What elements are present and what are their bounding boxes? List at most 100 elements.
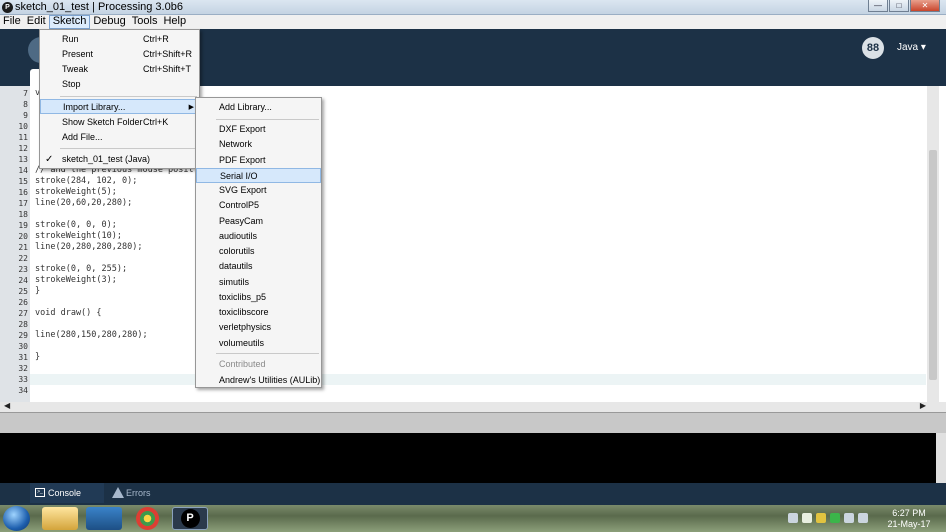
library-item[interactable]: SVG Export	[196, 183, 321, 198]
antivirus-icon[interactable]	[816, 513, 826, 523]
library-item[interactable]: PDF Export	[196, 153, 321, 168]
line-number: 29	[18, 331, 28, 340]
library-item[interactable]: PeasyCam	[196, 214, 321, 229]
line-number: 28	[18, 320, 28, 329]
window-controls: — □ ✕	[868, 0, 940, 12]
start-button[interactable]	[3, 506, 30, 531]
sketch-menu: Run Ctrl+R Present Ctrl+Shift+R Tweak Ct…	[39, 29, 200, 169]
scroll-right-icon[interactable]: ▶	[920, 401, 926, 410]
line-number: 26	[18, 298, 28, 307]
clock-date: 21-May-17	[887, 519, 931, 529]
volume-icon[interactable]	[858, 513, 868, 523]
menu-separator	[60, 148, 197, 149]
app-tray-icon[interactable]	[830, 513, 840, 523]
vertical-scrollbar[interactable]	[927, 86, 939, 402]
debugger-icon[interactable]: 88	[862, 37, 884, 59]
system-tray	[788, 513, 868, 523]
footer-tabs: >_ Console Errors	[0, 483, 946, 505]
code-line: strokeWeight(10);	[35, 231, 122, 241]
tab-errors[interactable]: Errors	[108, 483, 182, 503]
processing-window: P sketch_01_test | Processing 3.0b6 — □ …	[0, 0, 946, 532]
library-item[interactable]: DXF Export	[196, 122, 321, 137]
menu-item-show-sketch-folder[interactable]: Show Sketch Folder Ctrl+K	[40, 115, 199, 130]
menu-item-current-sketch[interactable]: ✓ sketch_01_test (Java)	[40, 152, 199, 167]
line-number: 12	[18, 144, 28, 153]
line-number: 31	[18, 353, 28, 362]
close-button[interactable]: ✕	[910, 0, 940, 12]
menu-item-present[interactable]: Present Ctrl+Shift+R	[40, 47, 199, 62]
line-number: 13	[18, 155, 28, 164]
line-number: 16	[18, 188, 28, 197]
scroll-left-icon[interactable]: ◀	[4, 401, 10, 410]
library-item[interactable]: audioutils	[196, 229, 321, 244]
code-line: stroke(0, 0, 0);	[35, 220, 117, 230]
code-line: line(20,280,280,280);	[35, 242, 143, 252]
line-number: 10	[18, 122, 28, 131]
media-player-icon[interactable]	[86, 507, 122, 530]
menu-item-add-file[interactable]: Add File...	[40, 130, 199, 145]
maximize-button[interactable]: □	[889, 0, 909, 12]
line-number: 22	[18, 254, 28, 263]
console-output[interactable]	[0, 433, 946, 483]
console-scrollbar[interactable]	[936, 433, 946, 483]
menu-item-run[interactable]: Run Ctrl+R	[40, 32, 199, 47]
line-number: 14	[18, 166, 28, 175]
menu-separator	[60, 96, 197, 97]
code-line: }	[35, 352, 41, 362]
menu-item-tweak[interactable]: Tweak Ctrl+Shift+T	[40, 62, 199, 77]
minimize-button[interactable]: —	[868, 0, 888, 12]
library-item[interactable]: toxiclibscore	[196, 305, 321, 320]
library-item[interactable]: verletphysics	[196, 320, 321, 335]
line-number: 30	[18, 342, 28, 351]
menu-debug[interactable]: Debug	[90, 15, 128, 29]
code-line: strokeWeight(3);	[35, 275, 117, 285]
window-title: sketch_01_test | Processing 3.0b6	[15, 1, 183, 13]
menu-item-stop[interactable]: Stop	[40, 77, 199, 92]
chrome-icon[interactable]	[136, 507, 159, 530]
library-item[interactable]: simutils	[196, 275, 321, 290]
current-line-highlight	[30, 374, 926, 385]
menu-item-add-library[interactable]: Add Library...	[196, 100, 321, 115]
horizontal-scrollbar[interactable]: ◀ ▶	[0, 401, 946, 412]
network-icon[interactable]	[802, 513, 812, 523]
message-area	[0, 412, 946, 433]
line-number: 7	[23, 89, 28, 98]
line-number: 18	[18, 210, 28, 219]
code-line: line(20,60,20,280);	[35, 198, 133, 208]
library-item[interactable]: ControlP5	[196, 198, 321, 213]
menu-help[interactable]: Help	[160, 15, 189, 29]
code-line: }	[35, 286, 41, 296]
import-library-submenu: Add Library... DXF Export Network PDF Expo…	[195, 97, 322, 388]
line-number: 23	[18, 265, 28, 274]
library-item-aulib[interactable]: Andrew's Utilities (AULib)	[196, 373, 321, 388]
menu-separator	[216, 353, 319, 354]
menu-sketch[interactable]: Sketch	[48, 15, 91, 29]
line-number: 17	[18, 199, 28, 208]
code-line: void draw() {	[35, 308, 102, 318]
library-item[interactable]: Serial I/O	[196, 167, 321, 183]
tab-console[interactable]: >_ Console	[30, 483, 104, 503]
wifi-icon[interactable]	[844, 513, 854, 523]
line-number: 32	[18, 364, 28, 373]
menu-tools[interactable]: Tools	[129, 15, 161, 29]
menu-item-import-library[interactable]: Import Library... ▶	[40, 99, 199, 114]
line-number: 27	[18, 309, 28, 318]
library-item[interactable]: volumeutils	[196, 336, 321, 351]
file-explorer-icon[interactable]	[42, 507, 78, 530]
processing-app-icon: P	[2, 2, 13, 13]
warning-icon	[112, 487, 124, 498]
tray-arrow-icon[interactable]	[788, 513, 798, 523]
code-line: strokeWeight(5);	[35, 187, 117, 197]
errors-label: Errors	[126, 488, 151, 498]
menu-file[interactable]: File	[0, 15, 24, 29]
scroll-thumb[interactable]	[929, 150, 937, 380]
menu-edit[interactable]: Edit	[24, 15, 49, 29]
library-item[interactable]: colorutils	[196, 244, 321, 259]
library-item[interactable]: toxiclibs_p5	[196, 290, 321, 305]
library-item[interactable]: datautils	[196, 259, 321, 274]
console-icon: >_	[35, 488, 45, 497]
library-item[interactable]: Network	[196, 137, 321, 152]
mode-selector[interactable]: Java ▾	[897, 42, 926, 53]
processing-taskbar-button[interactable]: P	[172, 507, 208, 530]
clock[interactable]: 6:27 PM 21-May-17	[884, 508, 934, 530]
